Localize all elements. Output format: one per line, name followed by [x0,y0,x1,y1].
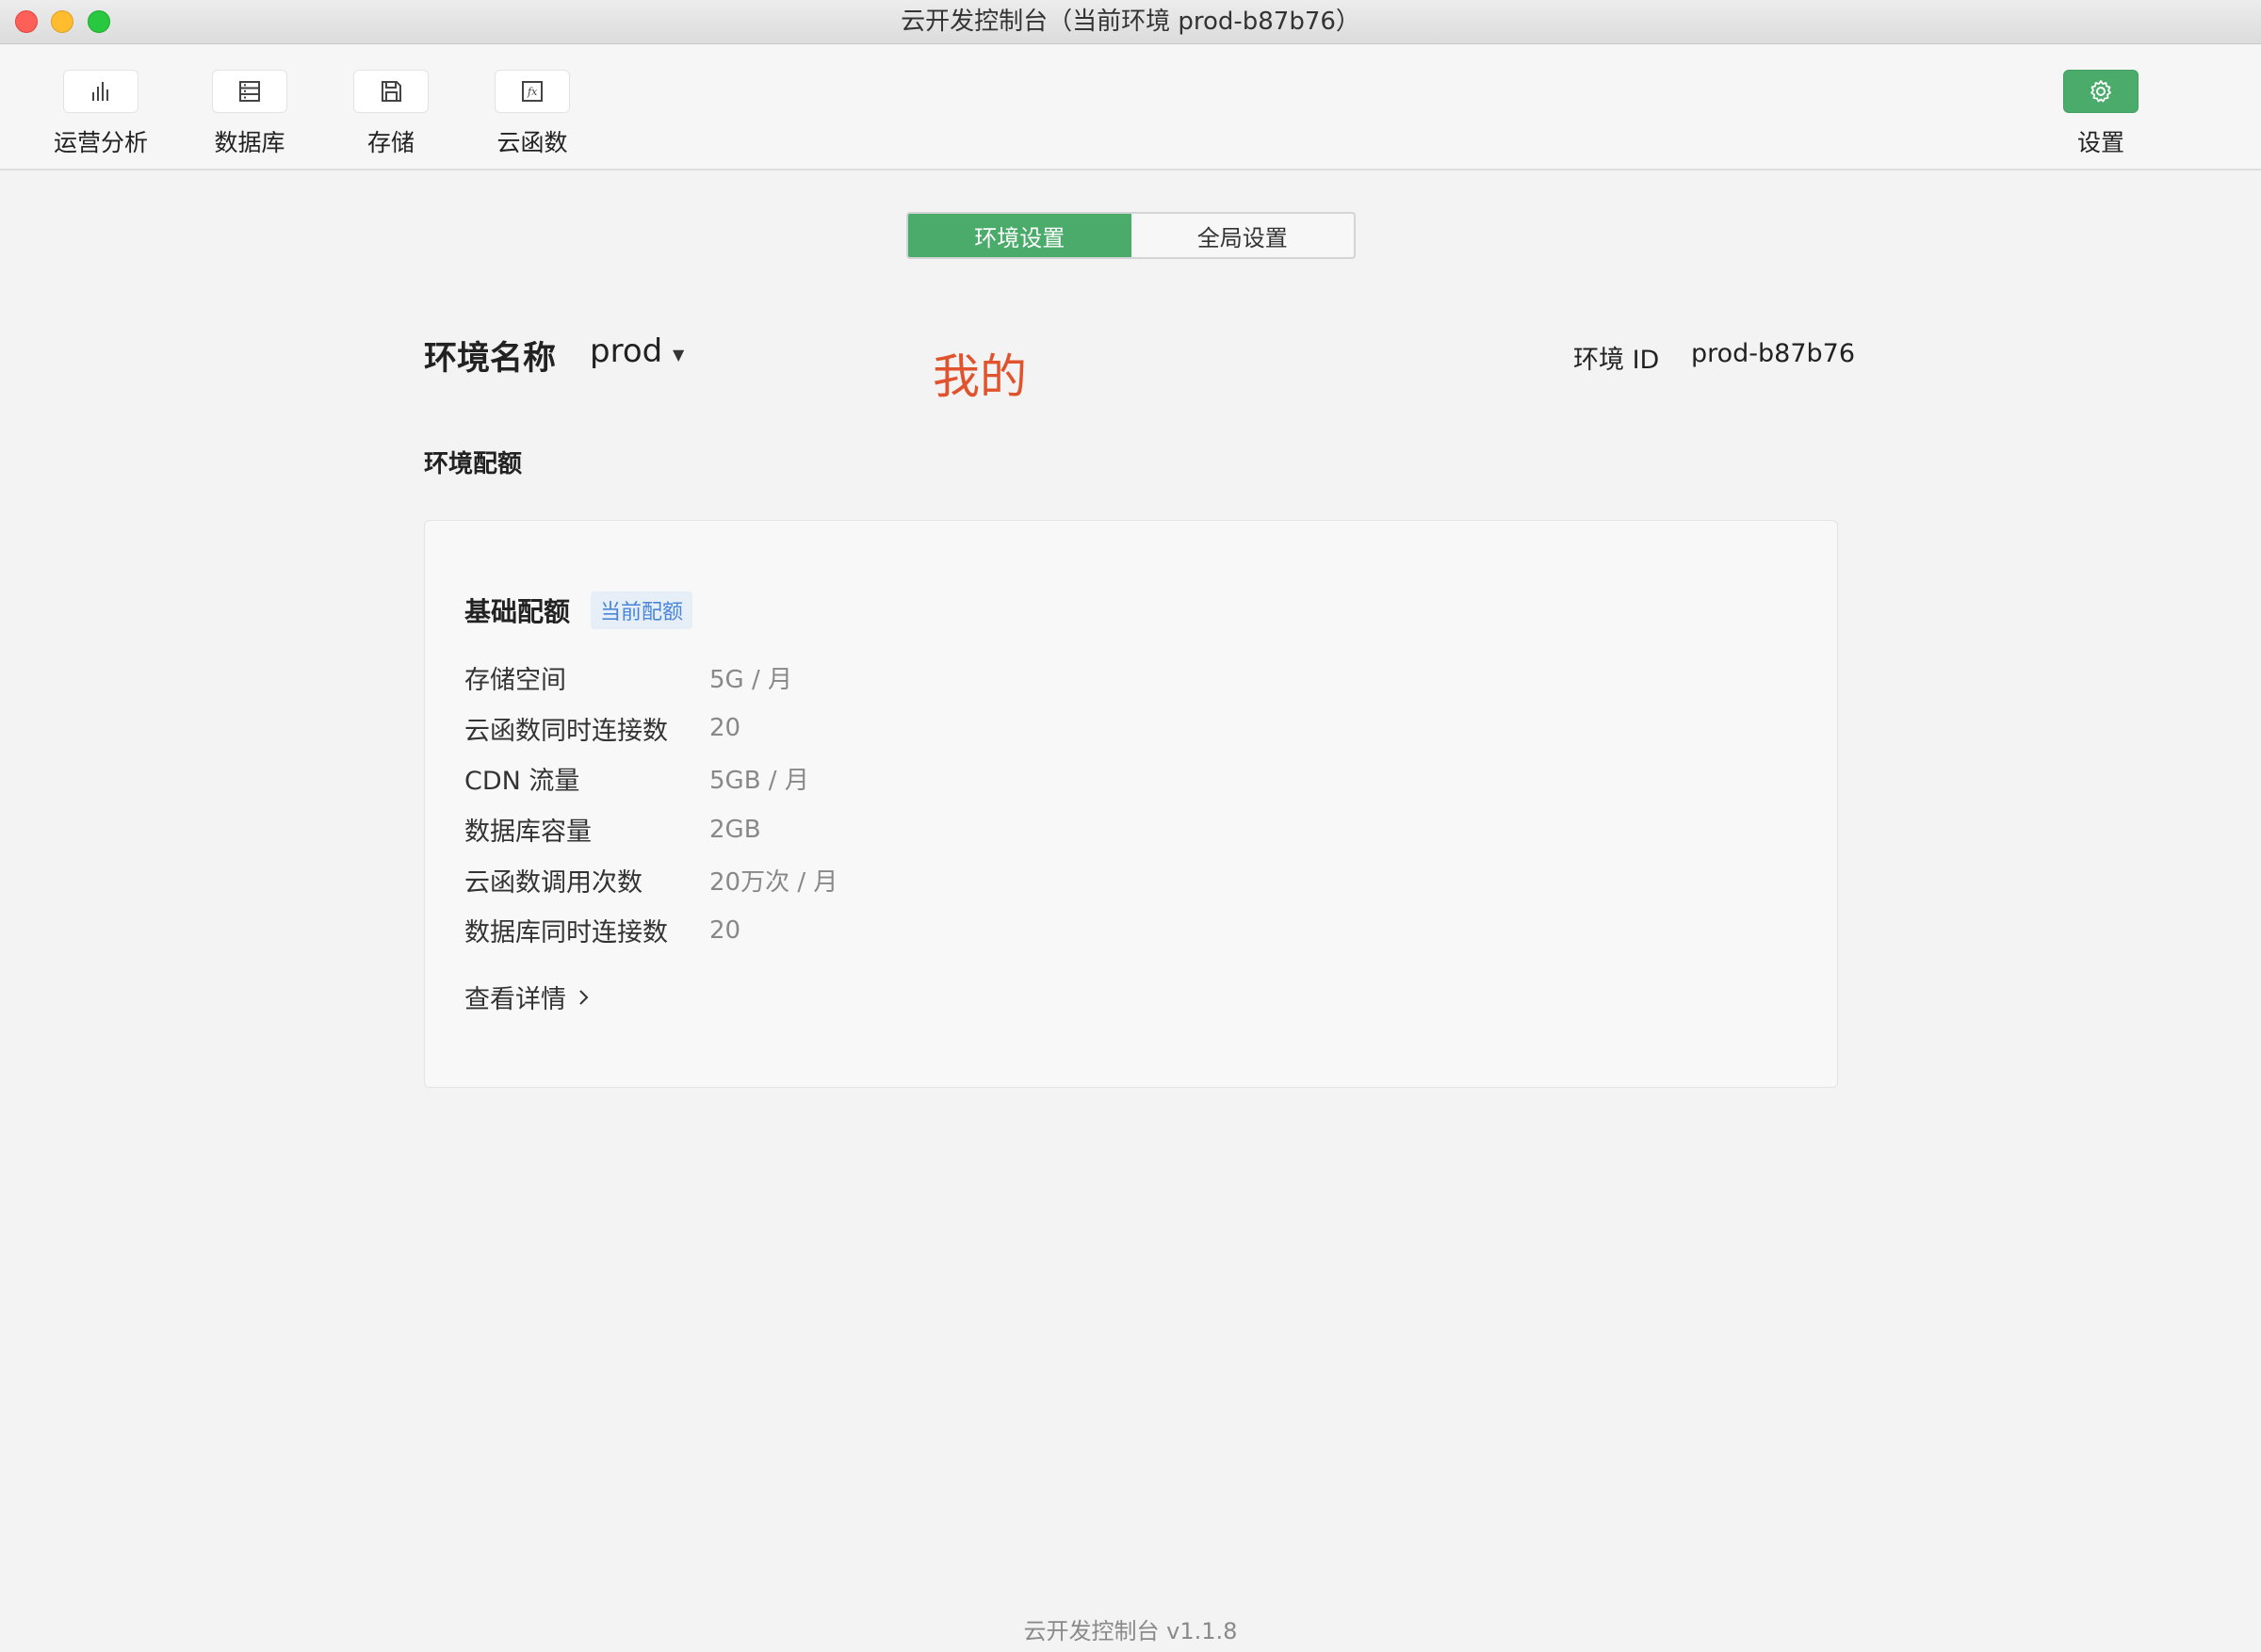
quota-card-header: 基础配额 当前配额 [464,591,693,629]
quota-label: 存储空间 [464,666,566,696]
toolbar-item-storage[interactable]: 存储 [330,70,452,158]
caret-down-icon[interactable]: ▼ [673,346,684,364]
tab-global-settings[interactable]: 全局设置 [1131,214,1355,257]
quota-value: 5G / 月 [709,666,792,695]
quota-value: 20 [709,915,741,945]
current-quota-badge: 当前配额 [591,591,693,629]
storage-button[interactable] [353,70,429,113]
cloud-function-button[interactable]: fx [495,70,570,113]
database-button[interactable] [212,70,287,113]
quota-label: CDN 流量 [464,767,580,797]
quota-row: CDN 流量 5GB / 月 [464,753,838,804]
toolbar-item-settings[interactable]: 设置 [2040,70,2162,158]
toolbar-item-cloud-function[interactable]: fx 云函数 [471,70,594,158]
app-version: 云开发控制台 v1.1.8 [1023,1618,1238,1644]
quota-row: 云函数同时连接数 20 [464,704,838,754]
view-details-label: 查看详情 [464,985,566,1014]
function-icon: fx [522,81,543,102]
database-icon [239,81,260,102]
svg-text:fx: fx [527,86,538,98]
annotation-text: 我的 [933,349,1027,404]
quota-card-title: 基础配额 [464,596,571,627]
quota-value: 5GB / 月 [709,767,809,796]
quota-label: 云函数同时连接数 [464,716,668,746]
analytics-button[interactable] [63,70,138,113]
analytics-label: 运营分析 [53,129,148,156]
storage-label: 存储 [366,129,415,156]
window-title: 云开发控制台（当前环境 prod-b87b76） [901,8,1360,36]
cloud-function-label: 云函数 [496,129,568,156]
gear-icon [2090,80,2111,103]
database-label: 数据库 [214,129,285,156]
quota-value: 20万次 / 月 [709,867,838,897]
quota-list: 存储空间 5G / 月 云函数同时连接数 20 CDN 流量 5GB / 月 数… [464,653,838,956]
quota-row: 存储空间 5G / 月 [464,653,838,704]
quota-section-title: 环境配额 [424,450,523,478]
title-bar: 云开发控制台（当前环境 prod-b87b76） [0,0,2261,44]
quota-row: 云函数调用次数 20万次 / 月 [464,854,838,905]
chevron-right-icon [579,989,589,1005]
settings-tabs: 环境设置 全局设置 [906,212,1356,259]
toolbar-item-database[interactable]: 数据库 [188,70,311,158]
settings-label: 设置 [2076,129,2124,156]
settings-button[interactable] [2063,70,2139,113]
storage-icon [382,81,401,102]
toolbar-item-analytics[interactable]: 运营分析 [40,70,162,158]
tab-environment-settings[interactable]: 环境设置 [908,214,1131,257]
quota-value: 2GB [709,815,761,844]
env-id-value: prod-b87b76 [1691,339,1856,368]
quota-label: 云函数调用次数 [464,867,643,898]
env-name-label: 环境名称 [424,340,557,378]
env-name-select[interactable]: prod [590,332,662,370]
quota-row: 数据库容量 2GB [464,804,838,855]
bar-chart-icon [92,82,108,101]
view-details-link[interactable]: 查看详情 [464,979,591,1015]
quota-label: 数据库同时连接数 [464,918,668,948]
quota-row: 数据库同时连接数 20 [464,905,838,956]
env-id-label: 环境 ID [1573,346,1660,375]
quota-label: 数据库容量 [464,818,592,848]
quota-card: 基础配额 当前配额 存储空间 5G / 月 云函数同时连接数 20 CDN 流量… [424,520,1838,1088]
quota-value: 20 [709,714,741,743]
toolbar: 运营分析 数据库 存储 fx 云函数 设置 [0,45,2261,170]
